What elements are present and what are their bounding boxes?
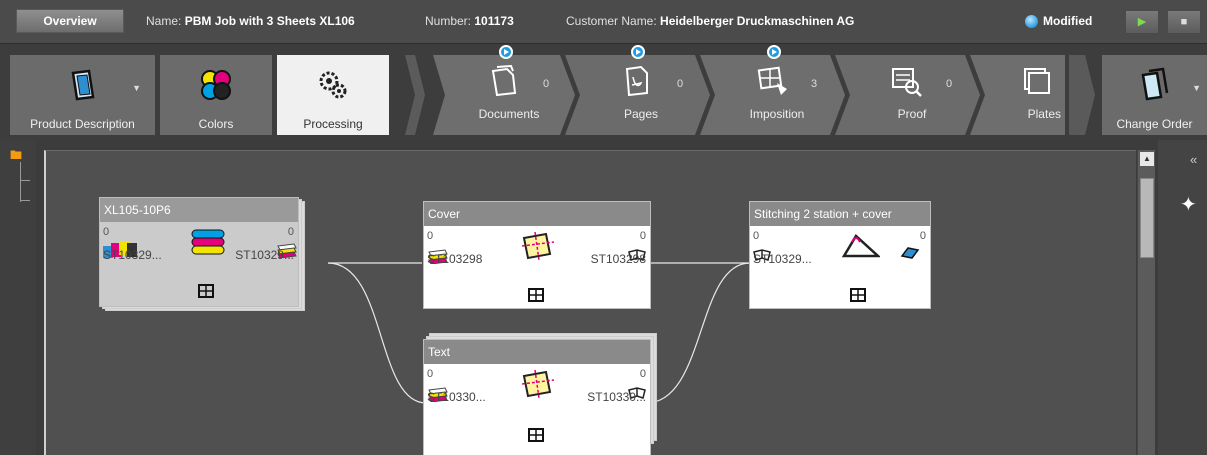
- processing-gears-icon: [319, 71, 347, 99]
- main-toolbar: ▼ Product Description Colors Processing: [0, 45, 1207, 140]
- imposition-sheet-icon: [198, 284, 214, 298]
- step-label: Proof: [897, 107, 927, 121]
- job-name-label: Name:: [146, 14, 182, 28]
- tool-processing[interactable]: Processing: [277, 55, 389, 135]
- play-icon[interactable]: [499, 45, 513, 59]
- play-icon[interactable]: [631, 45, 645, 59]
- overview-button[interactable]: Overview: [16, 9, 124, 33]
- input-id: ST10329...: [103, 248, 162, 262]
- step-count: 0: [677, 78, 684, 90]
- scroll-thumb[interactable]: [1140, 178, 1154, 258]
- job-number-label: Number:: [425, 14, 472, 28]
- step-plates[interactable]: Plates: [985, 45, 1065, 125]
- tool-label: Change Order: [1116, 117, 1193, 131]
- folded-sheet-icon: [521, 231, 555, 260]
- tree-line: [20, 200, 30, 201]
- step-label: Imposition: [749, 107, 805, 121]
- step-pages[interactable]: 0 Pages: [577, 45, 705, 125]
- imposition-sheet-icon: [528, 428, 544, 442]
- start-button[interactable]: ▶: [1125, 10, 1159, 34]
- job-number-value: 101173: [474, 14, 514, 28]
- output-id: ST10330...: [587, 390, 646, 404]
- tool-label: Product Description: [30, 117, 135, 131]
- documents-icon: [491, 65, 517, 97]
- scroll-up-icon[interactable]: ▲: [1140, 152, 1154, 166]
- customer-value: Heidelberger Druckmaschinen AG: [660, 14, 855, 28]
- input-count: 0: [753, 230, 760, 242]
- pdf-page-icon: [625, 65, 648, 97]
- product-description-icon: [71, 69, 94, 101]
- play-icon: ▶: [1137, 16, 1147, 28]
- tree-line: [20, 162, 21, 202]
- change-order-icon: [1141, 67, 1168, 101]
- step-count: 0: [946, 78, 953, 90]
- node-title: XL105-10P6: [100, 198, 298, 222]
- process-canvas[interactable]: XL105-10P6 0 0 ST10329... ST10329... Cov…: [44, 150, 1136, 455]
- chevron-down-icon[interactable]: ▼: [1192, 83, 1201, 93]
- output-count: 0: [639, 368, 646, 380]
- process-node-cover[interactable]: Cover 0 0 ST103298 ST103298: [423, 201, 651, 309]
- tool-label: Colors: [198, 117, 234, 131]
- process-node-press[interactable]: XL105-10P6 0 0 ST10329... ST10329...: [99, 197, 305, 311]
- node-title: Stitching 2 station + cover: [750, 202, 930, 226]
- colors-icon: [201, 70, 231, 100]
- node-title: Cover: [424, 202, 650, 226]
- output-count: 0: [919, 230, 926, 242]
- chevron-down-icon[interactable]: ▼: [132, 83, 141, 93]
- output-id: ST10329...: [235, 248, 294, 262]
- finished-product-icon: [900, 247, 920, 259]
- input-count: 0: [427, 368, 434, 380]
- tool-change-order[interactable]: ▼ Change Order: [1102, 55, 1207, 135]
- output-count: 0: [639, 230, 646, 242]
- node-title: Text: [424, 340, 650, 364]
- collapse-panel-icon[interactable]: «: [1190, 152, 1197, 167]
- job-number-field: Number: 101173: [425, 14, 514, 28]
- tool-colors[interactable]: Colors: [160, 55, 272, 135]
- tool-product-description[interactable]: ▼ Product Description: [10, 55, 155, 135]
- imposition-sheet-icon: [528, 288, 544, 302]
- imposition-icon: [757, 66, 787, 95]
- step-documents[interactable]: 0 Documents: [445, 45, 573, 125]
- customer-field: Customer Name: Heidelberger Druckmaschin…: [566, 14, 854, 28]
- step-label: Plates: [1027, 107, 1061, 121]
- imposition-sheet-icon: [850, 288, 866, 302]
- job-header: Overview Name: PBM Job with 3 Sheets XL1…: [0, 0, 1207, 44]
- status-text: Modified: [1043, 14, 1093, 28]
- status-indicator-icon: [1025, 15, 1038, 28]
- tool-label: Processing: [303, 117, 363, 131]
- step-count: 0: [543, 78, 550, 90]
- step-proof[interactable]: 0 Proof: [848, 45, 976, 125]
- input-id: ST103298: [427, 252, 483, 266]
- input-id: ST10329...: [753, 252, 812, 266]
- input-count: 0: [103, 226, 110, 238]
- folded-sheet-icon: [521, 369, 555, 398]
- press-rollers-icon: [191, 229, 225, 255]
- puzzle-piece-icon[interactable]: ✦: [1180, 192, 1197, 217]
- job-name-field: Name: PBM Job with 3 Sheets XL106: [146, 14, 355, 28]
- output-count: 0: [287, 226, 294, 238]
- play-icon[interactable]: [767, 45, 781, 59]
- input-count: 0: [427, 230, 434, 242]
- job-name-value: PBM Job with 3 Sheets XL106: [184, 14, 355, 28]
- step-count: 3: [811, 78, 818, 90]
- stop-icon: ■: [1180, 16, 1188, 28]
- tree-panel: 🖿: [0, 140, 36, 455]
- right-side-panel: « ✦: [1158, 140, 1207, 455]
- plates-icon: [1024, 68, 1050, 94]
- output-id: ST103298: [590, 252, 646, 266]
- vertical-scrollbar[interactable]: ▲: [1137, 150, 1155, 455]
- stop-button[interactable]: ■: [1167, 10, 1201, 34]
- saddle-stitch-icon: [842, 234, 880, 258]
- step-imposition[interactable]: 3 Imposition: [713, 45, 841, 125]
- step-label: Documents: [478, 107, 540, 121]
- process-node-stitching[interactable]: Stitching 2 station + cover 0 0 ST10329.…: [749, 201, 955, 309]
- step-label: Pages: [623, 107, 659, 121]
- proof-icon: [892, 68, 922, 97]
- input-id: ST10330...: [427, 390, 486, 404]
- customer-label: Customer Name:: [566, 14, 657, 28]
- tree-line: [20, 180, 30, 181]
- process-node-text[interactable]: Text 0 0 ST10330... ST10330...: [423, 333, 657, 455]
